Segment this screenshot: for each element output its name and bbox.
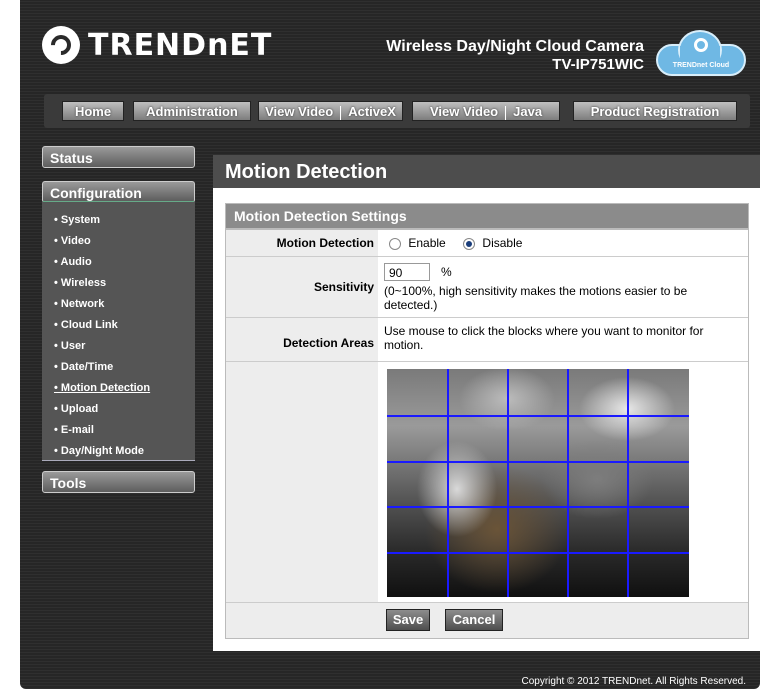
sensitivity-input[interactable]: 90 — [384, 263, 430, 281]
sidebar-item-cloud-link[interactable]: • Cloud Link — [54, 319, 118, 331]
sidebar-item-motion-detection[interactable]: • Motion Detection — [54, 382, 150, 394]
view-video-label: View Video — [265, 104, 334, 119]
product-name: Wireless Day/Night Cloud Camera TV-IP751… — [386, 38, 644, 74]
logo-text: TRENDnET — [88, 27, 273, 63]
cancel-button[interactable]: Cancel — [445, 609, 503, 631]
camera-preview-grid[interactable] — [387, 369, 689, 597]
sidebar-item-system[interactable]: • System — [54, 214, 100, 226]
sidebar-item-network[interactable]: • Network — [54, 298, 104, 310]
enable-label: Enable — [408, 236, 446, 250]
disable-radio[interactable] — [463, 237, 476, 250]
sidebar-item-audio[interactable]: • Audio — [54, 256, 92, 268]
grid-line — [387, 506, 689, 508]
sidebar-tools[interactable]: Tools — [42, 471, 195, 493]
java-label: Java — [513, 104, 543, 119]
sensitivity-label: Sensitivity — [226, 257, 378, 317]
detection-areas-label: Detection Areas — [226, 318, 378, 361]
disable-label: Disable — [482, 236, 523, 250]
sidebar-item-day-night-mode[interactable]: • Day/Night Mode — [54, 445, 144, 457]
motion-detection-row: Motion Detection Enable Disable — [226, 230, 748, 257]
trendnet-logo: TRENDnET — [42, 26, 272, 64]
sidebar-item-email[interactable]: • E-mail — [54, 424, 94, 436]
nav-home-button[interactable]: Home — [62, 101, 124, 121]
copyright: Copyright © 2012 TRENDnet. All Rights Re… — [521, 676, 746, 687]
nav-administration-button[interactable]: Administration — [133, 101, 251, 121]
sidebar-item-date-time[interactable]: • Date/Time — [54, 361, 113, 373]
grid-line — [447, 369, 449, 597]
view-video-label: View Video — [429, 104, 499, 119]
sidebar-configuration[interactable]: Configuration — [42, 181, 195, 203]
enable-radio[interactable] — [389, 237, 401, 250]
action-row: Save Cancel — [226, 603, 748, 638]
sidebar-item-user[interactable]: • User — [54, 340, 85, 352]
logo-icon — [42, 26, 80, 64]
motion-settings-panel: Motion Detection Settings Motion Detecti… — [225, 203, 749, 639]
detection-areas-hint: Use mouse to click the blocks where you … — [384, 324, 704, 352]
main-content: Motion Detection Motion Detection Settin… — [213, 155, 760, 651]
sidebar-item-video[interactable]: • Video — [54, 235, 91, 247]
sidebar-item-upload[interactable]: • Upload — [54, 403, 98, 415]
grid-line — [507, 369, 509, 597]
sensitivity-unit: % — [441, 265, 452, 279]
product-model: TV-IP751WIC — [552, 56, 644, 73]
motion-detection-label: Motion Detection — [226, 230, 378, 256]
sensitivity-hint: (0~100%, high sensitivity makes the moti… — [384, 284, 688, 312]
cloud-icon — [694, 38, 708, 52]
app-frame: TRENDnET Wireless Day/Night Cloud Camera… — [20, 0, 760, 689]
detection-areas-row: Detection Areas Use mouse to click the b… — [226, 318, 748, 362]
sidebar-status[interactable]: Status — [42, 146, 195, 168]
grid-line — [387, 415, 689, 417]
page-title: Motion Detection — [213, 155, 760, 188]
save-button[interactable]: Save — [386, 609, 430, 631]
nav-product-registration-button[interactable]: Product Registration — [573, 101, 737, 121]
grid-line — [567, 369, 569, 597]
header: TRENDnET Wireless Day/Night Cloud Camera… — [20, 0, 760, 86]
grid-line — [387, 461, 689, 463]
cloud-badge: TRENDnet Cloud — [656, 28, 746, 78]
section-title: Motion Detection Settings — [226, 204, 748, 230]
nav-view-video-java-button[interactable]: View Video Java — [412, 101, 560, 121]
sidebar-config-list: • System • Video • Audio • Wireless • Ne… — [42, 202, 195, 461]
sidebar-item-wireless[interactable]: • Wireless — [54, 277, 106, 289]
nav-view-video-activex-button[interactable]: View Video ActiveX — [258, 101, 403, 121]
sensitivity-row: Sensitivity 90 % (0~100%, high sensitivi… — [226, 257, 748, 318]
grid-line — [627, 369, 629, 597]
detection-grid-row — [226, 362, 748, 603]
product-line: Wireless Day/Night Cloud Camera — [386, 38, 644, 55]
top-nav: Home Administration View Video ActiveX Vi… — [44, 94, 750, 128]
activex-label: ActiveX — [348, 104, 396, 119]
cloud-badge-text: TRENDnet Cloud — [672, 62, 730, 69]
grid-line — [387, 552, 689, 554]
